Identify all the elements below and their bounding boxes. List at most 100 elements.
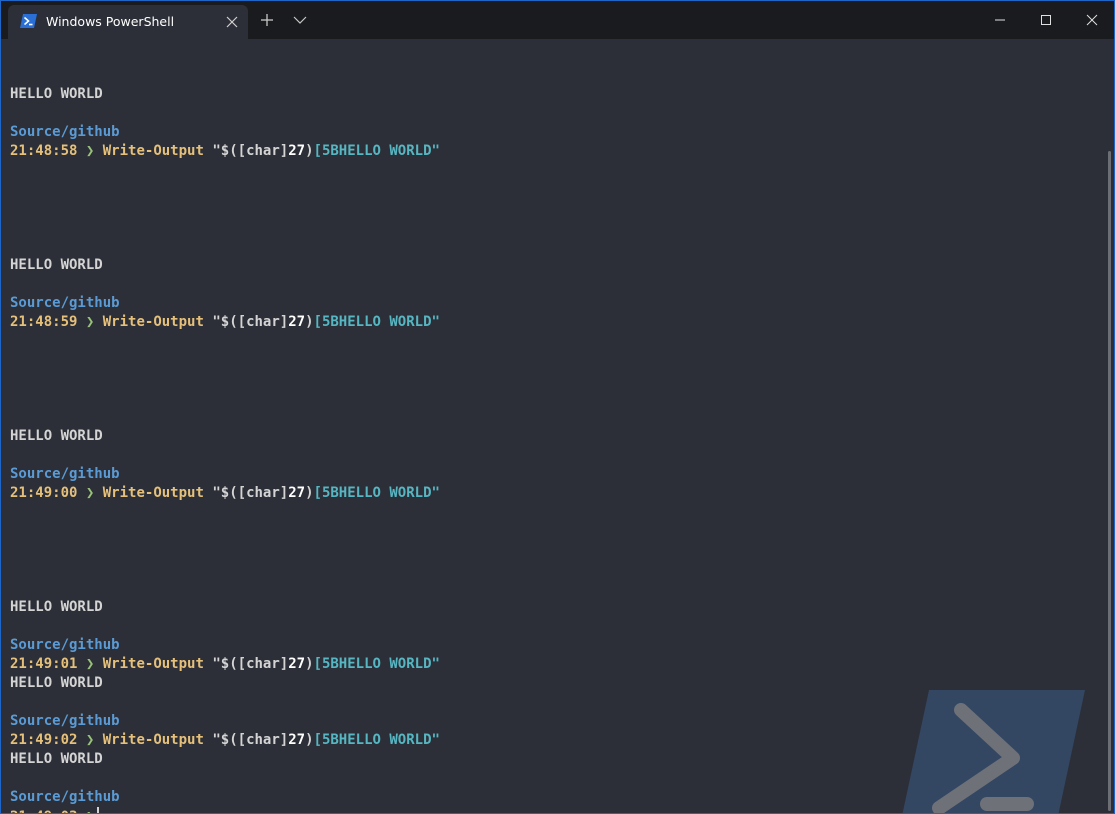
prompt-arrow-icon: ❯: [85, 314, 95, 330]
powershell-icon: [20, 14, 37, 28]
command-arg-open: "$(: [212, 732, 238, 748]
command-arg-number: 27: [288, 485, 306, 501]
command-line: 21:49:00 ❯ Write-Output "$([char]27)[5BH…: [10, 484, 440, 503]
prompt-time: 21:48:58: [10, 143, 78, 159]
close-window-button[interactable]: [1069, 1, 1114, 39]
tab-dropdown-button[interactable]: [285, 1, 315, 39]
command-name: Write-Output: [102, 656, 204, 672]
new-tab-button[interactable]: [252, 1, 282, 39]
prompt-path: Source/github: [10, 124, 120, 140]
prompt-path-line: Source/github: [10, 123, 440, 142]
command-arg-close-quote: ": [431, 485, 440, 501]
command-name: Write-Output: [102, 732, 204, 748]
command-arg-close-quote: ": [431, 143, 440, 159]
text-cursor: [97, 807, 100, 813]
command-arg-type: [char]: [237, 485, 289, 501]
command-arg-escape-text: [5BHELLO WORLD: [313, 656, 432, 672]
powershell-watermark-icon: [902, 690, 1085, 813]
prompt-time: 21:48:59: [10, 314, 78, 330]
command-line: 21:48:58 ❯ Write-Output "$([char]27)[5BH…: [10, 142, 440, 161]
tab-title: Windows PowerShell: [46, 14, 175, 29]
maximize-button[interactable]: [1023, 1, 1069, 39]
close-icon[interactable]: [224, 14, 240, 30]
command-arg-close-quote: ": [431, 314, 440, 330]
command-arg-number: 27: [288, 143, 306, 159]
terminal-output: HELLO WORLD Source/github 21:48:58 ❯ Write…: [10, 66, 440, 813]
scrollbar[interactable]: [1108, 151, 1111, 811]
output-line: HELLO WORLD: [10, 674, 440, 693]
command-arg-open: "$(: [212, 314, 238, 330]
output-text: HELLO WORLD: [10, 428, 103, 444]
output-line: HELLO WORLD: [10, 598, 440, 617]
command-arg-escape-text: [5BHELLO WORLD: [313, 143, 432, 159]
command-line: 21:49:01 ❯ Write-Output "$([char]27)[5BH…: [10, 655, 440, 674]
output-text: HELLO WORLD: [10, 751, 103, 767]
output-text: HELLO WORLD: [10, 599, 103, 615]
command-name: Write-Output: [102, 143, 204, 159]
command-arg-close-quote: ": [431, 732, 440, 748]
command-arg-number: 27: [288, 732, 306, 748]
command-arg-close-paren: ): [305, 143, 314, 159]
chevron-down-icon: [293, 16, 307, 24]
command-arg-close-quote: ": [431, 656, 440, 672]
command-arg-number: 27: [288, 314, 306, 330]
title-bar[interactable]: Windows PowerShell: [1, 1, 1114, 39]
prompt-path: Source/github: [10, 295, 120, 311]
prompt-arrow-icon: ❯: [85, 656, 95, 672]
prompt-time: 21:49:01: [10, 656, 78, 672]
terminal-pane[interactable]: HELLO WORLD Source/github 21:48:58 ❯ Write…: [1, 39, 1114, 813]
output-line: HELLO WORLD: [10, 85, 440, 104]
output-text: HELLO WORLD: [10, 675, 103, 691]
command-arg-escape-text: [5BHELLO WORLD: [313, 732, 432, 748]
command-line: 21:48:59 ❯ Write-Output "$([char]27)[5BH…: [10, 313, 440, 332]
active-prompt-line: 21:49:03 ❯: [10, 807, 440, 813]
tab-windows-powershell[interactable]: Windows PowerShell: [8, 5, 248, 39]
command-arg-close-paren: ): [305, 656, 314, 672]
command-arg-escape-text: [5BHELLO WORLD: [313, 314, 432, 330]
output-line: HELLO WORLD: [10, 256, 440, 275]
minimize-button[interactable]: [977, 1, 1023, 39]
close-window-icon: [1086, 14, 1098, 26]
command-arg-close-paren: ): [305, 314, 314, 330]
prompt-time: 21:49:02: [10, 732, 78, 748]
prompt-arrow-icon: ❯: [85, 143, 95, 159]
prompt-arrow-icon: ❯: [86, 809, 94, 813]
command-arg-type: [char]: [237, 656, 289, 672]
prompt-path-line: Source/github: [10, 712, 440, 731]
prompt-path-line: Source/github: [10, 788, 440, 807]
command-line: 21:49:02 ❯ Write-Output "$([char]27)[5BH…: [10, 731, 440, 750]
command-arg-type: [char]: [237, 143, 289, 159]
prompt-path: Source/github: [10, 466, 120, 482]
command-arg-close-paren: ): [305, 732, 314, 748]
prompt-path: Source/github: [10, 637, 120, 653]
output-line: HELLO WORLD: [10, 750, 440, 769]
prompt-time: 21:49:03: [10, 809, 77, 813]
terminal-window: Windows PowerShell HELLO WORLD Source/gi…: [0, 0, 1115, 814]
command-name: Write-Output: [102, 485, 204, 501]
prompt-path: Source/github: [10, 713, 120, 729]
command-arg-number: 27: [288, 656, 306, 672]
prompt-time: 21:49:00: [10, 485, 78, 501]
output-text: HELLO WORLD: [10, 257, 103, 273]
command-name: Write-Output: [102, 314, 204, 330]
command-arg-open: "$(: [212, 485, 238, 501]
command-arg-close-paren: ): [305, 485, 314, 501]
